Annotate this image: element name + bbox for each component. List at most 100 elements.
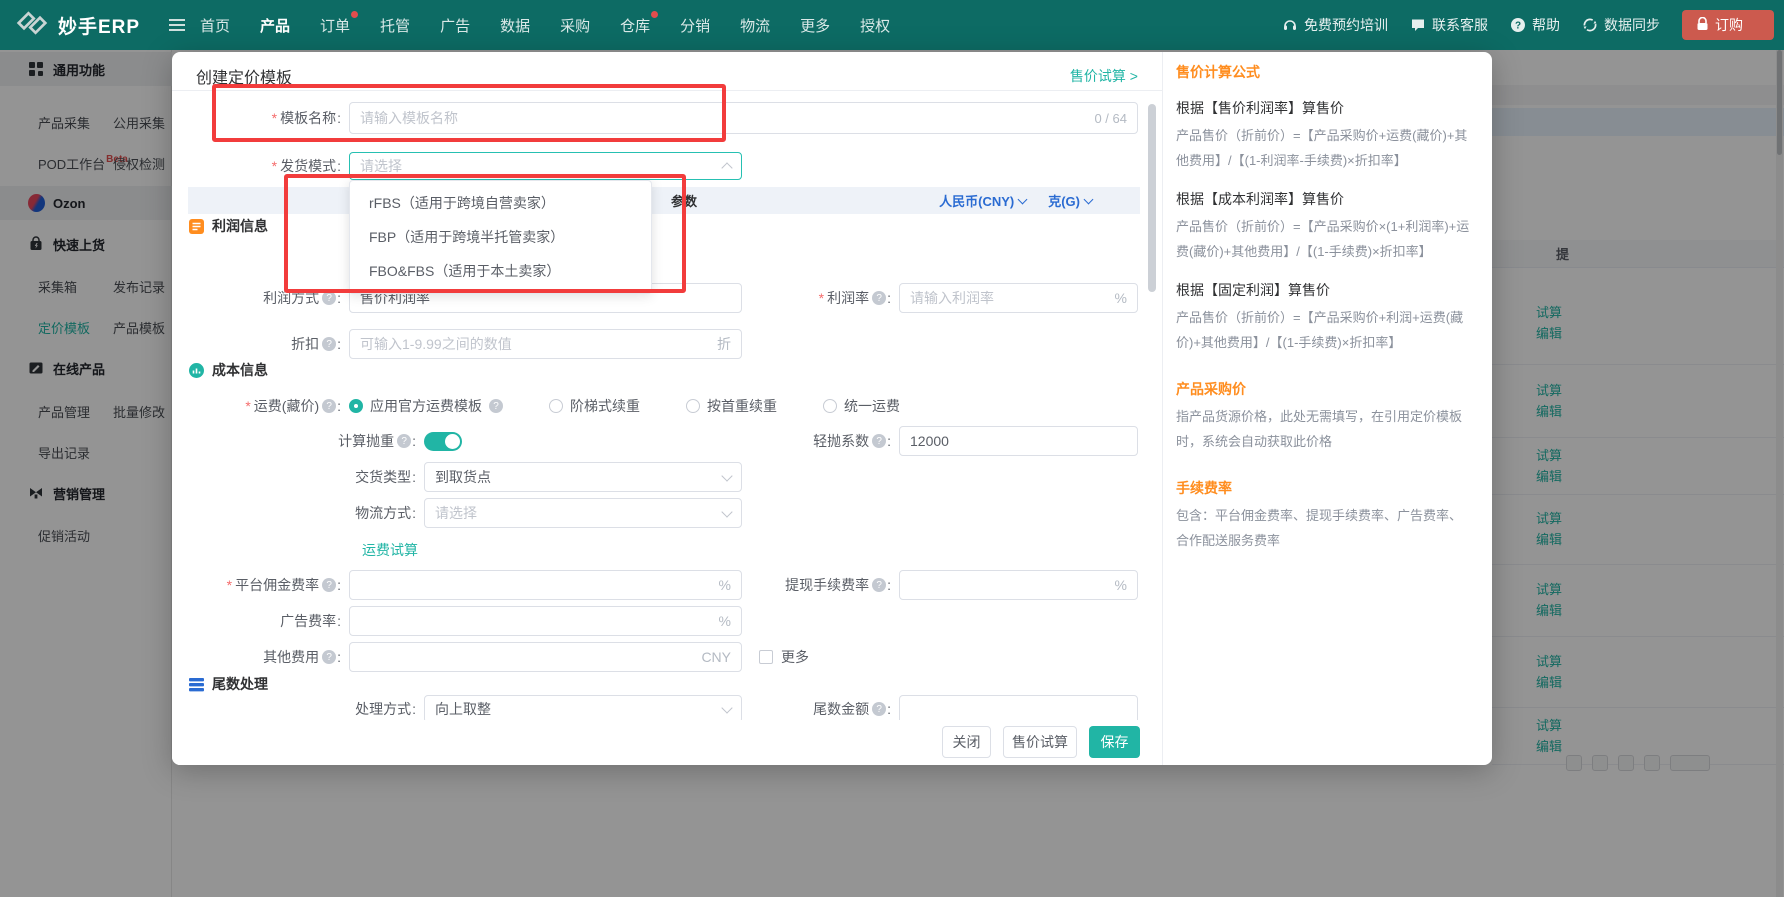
create-pricing-template-modal: 创建定价模板 售价试算 > 模板名称 请输入模板名称 0 / 64 发货模式 请…	[172, 52, 1492, 765]
notification-dot	[651, 11, 658, 18]
formula-subtitle-1: 根据【售价利润率】算售价	[1176, 98, 1476, 118]
help-icon[interactable]: ?	[322, 291, 336, 305]
annotation-box-template-name	[212, 84, 726, 142]
help-icon[interactable]: ?	[322, 337, 336, 351]
logo-icon	[16, 10, 48, 41]
profit-rate-input[interactable]: 请输入利润率 %	[899, 283, 1138, 313]
freight-trial-link[interactable]: 运费试算	[362, 540, 418, 560]
char-counter: 0 / 64	[1088, 111, 1127, 126]
other-fee-input[interactable]: CNY	[349, 642, 742, 672]
freight-option-4[interactable]: 统一运费	[823, 396, 900, 416]
formula-subtitle-3: 根据【固定利润】算售价	[1176, 280, 1476, 300]
radio-selected-icon	[349, 399, 363, 413]
tail-section-header: 尾数处理	[188, 674, 268, 694]
help-icon[interactable]: ?	[322, 578, 336, 592]
tail-amount-label: 尾数金额?:	[672, 695, 891, 723]
nav-item-6[interactable]: 数据	[500, 15, 530, 36]
nav-utility-sync[interactable]: 数据同步	[1582, 15, 1660, 35]
profit-rate-label: 利润率?:	[672, 283, 891, 313]
note-body-1: 指产品货源价格，此处无需填写，在引用定价模板时，系统会自动获取此价格	[1176, 404, 1474, 454]
withdraw-fee-rate-input[interactable]: %	[899, 570, 1138, 600]
help-icon[interactable]: ?	[872, 578, 886, 592]
help-icon[interactable]: ?	[397, 434, 411, 448]
footer-price-trial-button[interactable]: 售价试算	[1003, 726, 1077, 758]
cost-chart-icon	[188, 362, 205, 379]
hamburger-menu-icon[interactable]	[168, 18, 186, 32]
logistics-mode-select[interactable]: 请选择	[424, 498, 742, 528]
light-throw-factor-label: 轻抛系数?:	[672, 426, 891, 456]
nav-item-1[interactable]: 首页	[200, 15, 230, 36]
help-panel: 售价计算公式根据【售价利润率】算售价产品售价（折前价）=【产品采购价+运费(藏价…	[1176, 52, 1476, 765]
nav-item-5[interactable]: 广告	[440, 15, 470, 36]
discount-label: 折扣?:	[172, 329, 341, 359]
nav-item-11[interactable]: 更多	[800, 15, 830, 36]
question-icon: ?	[1510, 17, 1526, 33]
throw-weight-label: 计算抛重?:	[172, 426, 416, 456]
profit-doc-icon	[188, 218, 205, 235]
headset-icon	[1282, 17, 1298, 33]
radio-icon	[823, 399, 837, 413]
nav-item-4[interactable]: 托管	[380, 15, 410, 36]
formula-body-3: 产品售价（折前价）=【产品采购价+利润+运费(藏价)+其他费用】/【(1-手续费…	[1176, 305, 1474, 355]
nav-utility-question[interactable]: ?帮助	[1510, 15, 1560, 35]
nav-item-12[interactable]: 授权	[860, 15, 890, 36]
nav-utility-headset[interactable]: 免费预约培训	[1282, 15, 1388, 35]
freight-label: 运费(藏价)?:	[172, 396, 341, 416]
light-throw-factor-input[interactable]: 12000	[899, 426, 1138, 456]
app-logo: 妙手ERP	[0, 10, 168, 41]
annotation-box-shipping-dropdown	[284, 174, 686, 293]
more-checkbox-row: 更多	[759, 642, 809, 672]
help-icon[interactable]: ?	[872, 434, 886, 448]
freight-option-1[interactable]: 应用官方运费模板?	[349, 396, 503, 416]
other-fee-label: 其他费用?:	[172, 642, 341, 672]
help-icon[interactable]: ?	[322, 650, 336, 664]
chevron-down-icon	[721, 470, 732, 481]
more-checkbox[interactable]	[759, 650, 773, 664]
nav-utility-chat[interactable]: 联系客服	[1410, 15, 1488, 35]
note-title-1: 产品采购价	[1176, 379, 1476, 399]
help-icon[interactable]: ?	[872, 702, 886, 716]
help-icon[interactable]: ?	[489, 399, 503, 413]
save-button[interactable]: 保存	[1089, 726, 1140, 758]
svg-text:?: ?	[1515, 21, 1521, 32]
lock-icon	[1696, 17, 1709, 34]
delivery-type-select[interactable]: 到取货点	[424, 462, 742, 492]
cost-section-header: 成本信息	[188, 360, 268, 380]
chat-icon	[1410, 17, 1426, 33]
nav-item-3[interactable]: 订单	[320, 15, 350, 36]
main-menu: 首页 产品 订单 托管 广告 数据 采购 仓库 分销 物流 更多 授权	[200, 15, 890, 36]
freight-option-2[interactable]: 阶梯式续重	[549, 396, 640, 416]
formula-body-2: 产品售价（折前价）=【产品采购价×(1+利润率)+运费(藏价)+其他费用】/【(…	[1176, 214, 1474, 264]
freight-option-3[interactable]: 按首重续重	[686, 396, 777, 416]
nav-item-10[interactable]: 物流	[740, 15, 770, 36]
currency-selector[interactable]: 人民币(CNY)	[939, 191, 1026, 210]
modal-footer: 关闭 售价试算 保存	[172, 720, 1162, 765]
formula-subtitle-2: 根据【成本利润率】算售价	[1176, 189, 1476, 209]
price-trial-link[interactable]: 售价试算 >	[1070, 66, 1138, 86]
profit-section-header: 利润信息	[188, 216, 268, 236]
throw-weight-toggle[interactable]	[424, 432, 462, 451]
radio-icon	[549, 399, 563, 413]
nav-item-2[interactable]: 产品	[260, 15, 290, 36]
note-body-2: 包含：平台佣金费率、提现手续费率、广告费率、合作配送服务费率	[1176, 503, 1474, 553]
weight-unit-selector[interactable]: 克(G)	[1048, 191, 1092, 210]
help-icon[interactable]: ?	[872, 291, 886, 305]
nav-item-7[interactable]: 采购	[560, 15, 590, 36]
formula-panel-title: 售价计算公式	[1176, 62, 1476, 82]
radio-icon	[686, 399, 700, 413]
form-scrollbar[interactable]	[1148, 96, 1156, 716]
nav-item-9[interactable]: 分销	[680, 15, 710, 36]
discount-input[interactable]: 可输入1-9.99之间的数值 折	[349, 329, 742, 359]
top-navbar: 妙手ERP 首页 产品 订单 托管 广告 数据 采购 仓库 分销 物流 更多 授权 免费预约培训 联系客…	[0, 0, 1784, 50]
nav-item-8[interactable]: 仓库	[620, 15, 650, 36]
help-icon[interactable]: ?	[322, 399, 336, 413]
chevron-up-icon	[721, 162, 732, 173]
delivery-type-label: 交货类型	[172, 462, 416, 492]
tail-layers-icon	[188, 676, 205, 693]
close-button[interactable]: 关闭	[942, 726, 991, 758]
subscribe-button[interactable]: 订购	[1682, 10, 1774, 40]
logistics-mode-label: 物流方式	[172, 498, 416, 528]
notification-dot	[351, 11, 358, 18]
ad-rate-input[interactable]: %	[349, 606, 742, 636]
handle-mode-label: 处理方式	[172, 695, 416, 723]
